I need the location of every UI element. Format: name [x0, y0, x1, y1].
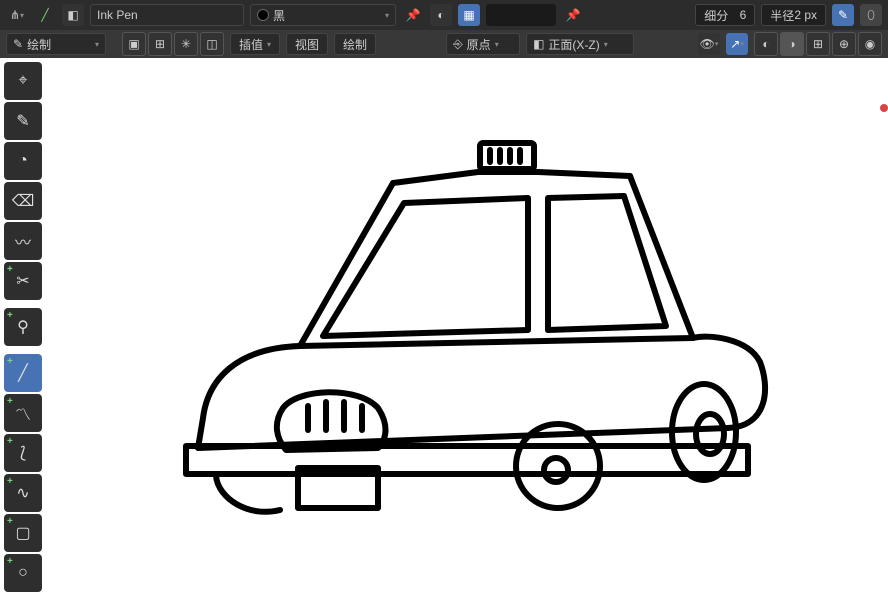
draw-label: 绘制 [343, 36, 367, 53]
plane-icon: ◧ [533, 37, 544, 51]
axis-indicator-icon [880, 104, 888, 112]
overlay-mat-icon[interactable]: ⊕ [832, 32, 856, 56]
header-bar: ⋔▾ ╱ ◧ Ink Pen 黑 ▾ 📌 ◐ ▦ 📌 细分 6 半径 2 px … [0, 0, 888, 30]
origin-label: 原点 [467, 36, 491, 53]
color-swatch-icon [257, 9, 269, 21]
drawing-content [68, 78, 828, 518]
overlay-wire-icon[interactable]: ◑ [780, 32, 804, 56]
select-mode-group: ▣ ⊞ ✳ ◫ [122, 32, 224, 56]
secondary-bar: ✎ 绘制 ▾ ▣ ⊞ ✳ ◫ 插值▾ 视图 绘制 ⎆ 原点 ▾ ◧ 正面(X-Z… [0, 30, 888, 58]
box-tool[interactable]: +▢ [4, 514, 42, 552]
tool-sidebar: ⌖ ✎ ◔ ⌫ 〰 +✂ +⚲ +╱ +〽 +⟅ +∿ +▢ +○ [4, 62, 42, 592]
draw-tool[interactable]: ✎ [4, 102, 42, 140]
origin-select[interactable]: ⎆ 原点 ▾ [446, 33, 520, 55]
radius-value: 2 px [794, 8, 817, 22]
arc-tool[interactable]: +⟅ [4, 434, 42, 472]
tint-tool[interactable]: 〰 [4, 222, 42, 260]
plane-label: 正面(X-Z) [548, 36, 599, 53]
subdiv-value: 6 [740, 8, 747, 22]
subdiv-label: 细分 [704, 7, 728, 24]
layer-field[interactable] [486, 4, 556, 26]
draw-menu[interactable]: 绘制 [334, 33, 376, 55]
view-menu[interactable]: 视图 [286, 33, 328, 55]
strength-icon[interactable]: ⬯ [860, 4, 882, 26]
line-tool[interactable]: +╱ [4, 354, 42, 392]
mode-label: 绘制 [27, 36, 51, 53]
select-box-icon[interactable]: ▣ [122, 32, 146, 56]
brush-select[interactable]: Ink Pen [90, 4, 244, 26]
radius-label: 半径 [770, 7, 794, 24]
plane-select[interactable]: ◧ 正面(X-Z) ▾ [526, 33, 634, 55]
gizmo-icon[interactable]: ↗▾ [726, 33, 748, 55]
globe-icon[interactable]: ◐ [430, 4, 452, 26]
brush-preview-icon[interactable]: ◧ [62, 4, 84, 26]
brush-label: Ink Pen [97, 8, 138, 22]
polyline-tool[interactable]: +〽 [4, 394, 42, 432]
select-face-icon[interactable]: ◫ [200, 32, 224, 56]
fill-tool[interactable]: ◔ [4, 142, 42, 180]
overlay-solid-icon[interactable]: ⊞ [806, 32, 830, 56]
overlay-shade-icon[interactable]: ◐ [754, 32, 778, 56]
overlay-group: ◐ ◑ ⊞ ⊕ ◉ [754, 32, 882, 56]
snap-icon[interactable]: ⋔▾ [6, 4, 28, 26]
eyedropper-tool[interactable]: +⚲ [4, 308, 42, 346]
select-vert-icon[interactable]: ⊞ [148, 32, 172, 56]
origin-icon: ⎆ [453, 37, 463, 52]
view-label: 视图 [295, 36, 319, 53]
pin2-icon[interactable]: 📌 [562, 4, 584, 26]
color-select[interactable]: 黑 ▾ [250, 4, 396, 26]
stroke-icon[interactable]: ╱ [34, 4, 56, 26]
cursor-tool[interactable]: ⌖ [4, 62, 42, 100]
cutter-tool[interactable]: +✂ [4, 262, 42, 300]
pencil-mode-icon: ✎ [13, 37, 23, 51]
visibility-icon[interactable]: 👁▾ [698, 33, 720, 55]
mode-select[interactable]: ✎ 绘制 ▾ [6, 33, 106, 55]
curve-tool[interactable]: +∿ [4, 474, 42, 512]
pen-pressure-icon[interactable]: ✎ [832, 4, 854, 26]
pin-icon[interactable]: 📌 [402, 4, 424, 26]
color-label: 黑 [273, 7, 285, 24]
erase-tool[interactable]: ⌫ [4, 182, 42, 220]
select-edge-icon[interactable]: ✳ [174, 32, 198, 56]
interp-menu[interactable]: 插值▾ [230, 33, 280, 55]
layer-icon[interactable]: ▦ [458, 4, 480, 26]
interp-label: 插值 [239, 36, 263, 53]
radius-field[interactable]: 半径 2 px [761, 4, 826, 26]
subdiv-field[interactable]: 细分 6 [695, 4, 755, 26]
circle-tool[interactable]: +○ [4, 554, 42, 592]
viewport[interactable] [48, 58, 888, 521]
overlay-render-icon[interactable]: ◉ [858, 32, 882, 56]
